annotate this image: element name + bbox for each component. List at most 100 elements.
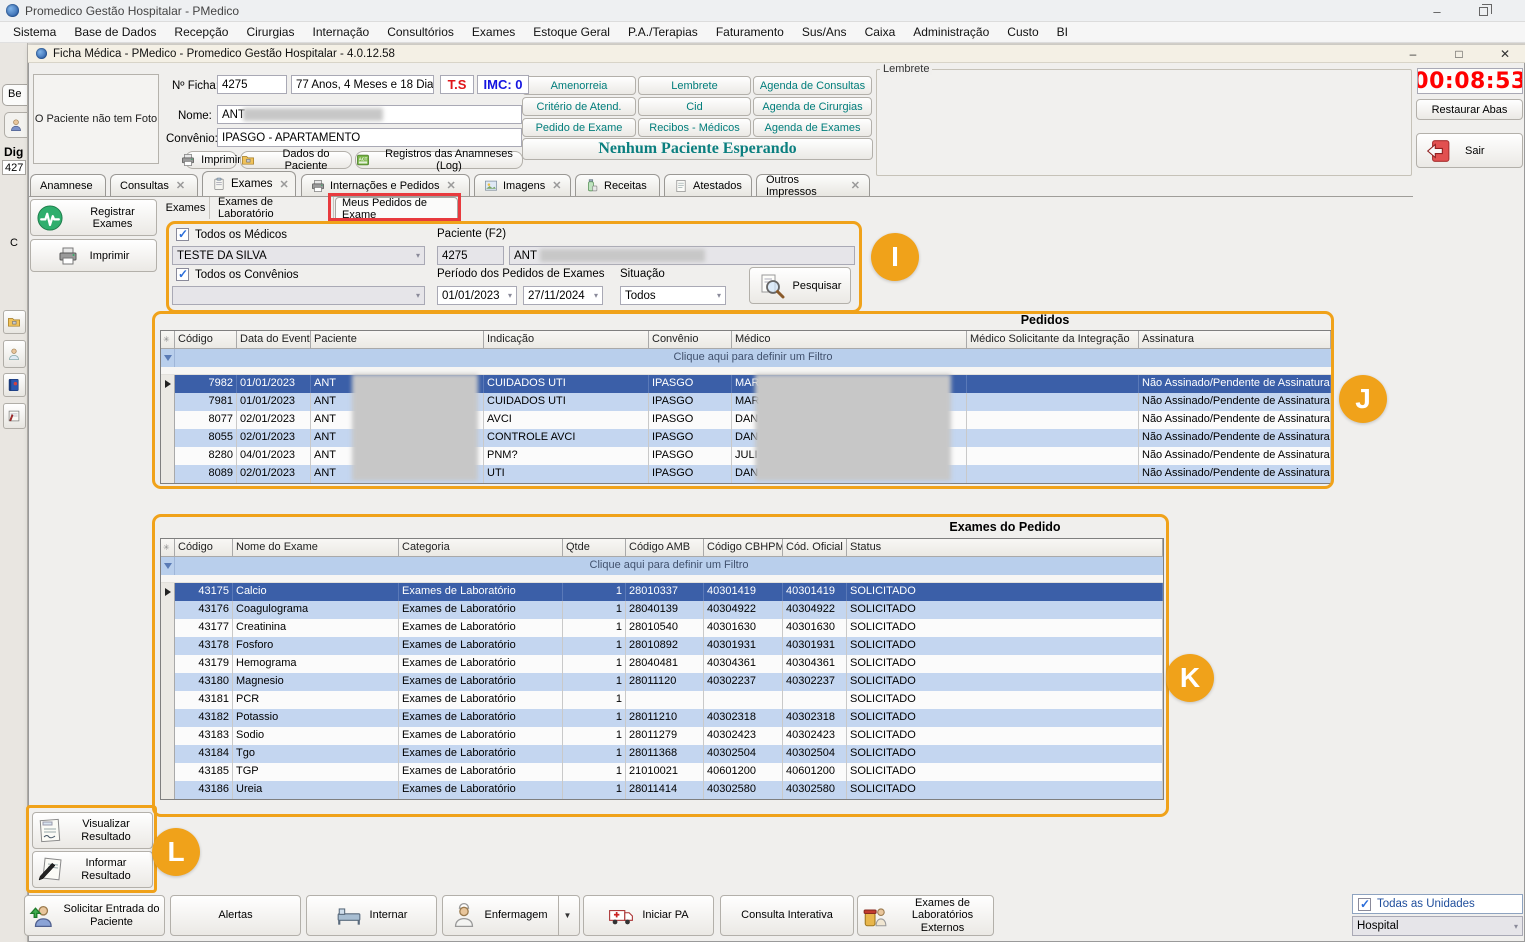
ficha-field[interactable]: 4275 [217, 75, 287, 94]
exame-row[interactable]: 43180MagnesioExames de Laboratório128011… [161, 673, 1163, 691]
menu-caixa[interactable]: Caixa [856, 22, 905, 43]
todos-convenios-checkbox[interactable]: Todos os Convênios [176, 268, 299, 281]
column-header-codigo[interactable]: Código [175, 331, 237, 349]
todas-unidades-checkbox[interactable]: Todas as Unidades [1352, 894, 1523, 914]
pedidos-row[interactable]: 798101/01/2023ANTCUIDADOS UTIIPASGOMARNã… [161, 393, 1331, 411]
column-header-qtde[interactable]: Qtde [563, 539, 626, 557]
background-button-folder[interactable] [3, 310, 26, 334]
paciente-code-field[interactable]: 4275 [437, 246, 504, 265]
situacao-dropdown[interactable]: Todos▾ [620, 286, 726, 305]
close-icon[interactable]: ✕ [552, 179, 561, 192]
quick-button-amenorreia[interactable]: Amenorreia [522, 76, 636, 95]
column-header-nome-do-exame[interactable]: Nome do Exame [233, 539, 399, 557]
close-icon[interactable]: ✕ [176, 179, 185, 192]
pedidos-row[interactable]: 807702/01/2023ANTAVCIIPASGODANNão Assina… [161, 411, 1331, 429]
quick-button-criterio-de-atend[interactable]: Critério de Atend. [522, 97, 636, 116]
unidade-dropdown[interactable]: Hospital▾ [1352, 916, 1523, 936]
exame-row[interactable]: 43186UreiaExames de Laboratório128011414… [161, 781, 1163, 799]
column-header-codigo-cbhpm[interactable]: Código CBHPM [704, 539, 783, 557]
close-icon[interactable]: ✕ [280, 178, 289, 191]
column-header-paciente[interactable]: Paciente [311, 331, 484, 349]
tab-internacoes-e-pedidos[interactable]: Internações e Pedidos✕ [301, 174, 470, 196]
quick-button-agenda-de-consultas[interactable]: Agenda de Consultas [753, 76, 872, 95]
convenio-dropdown[interactable]: ▾ [172, 286, 425, 305]
menu-p-a-terapias[interactable]: P.A./Terapias [619, 22, 707, 43]
tab-outros-impressos[interactable]: Outros Impressos✕ [756, 174, 870, 196]
bottom-button-alertas[interactable]: Alertas [170, 895, 301, 936]
date-to-field[interactable]: 27/11/2024▾ [523, 286, 603, 305]
registrar-exames-button[interactable]: Registrar Exames [30, 199, 157, 236]
close-icon[interactable]: ✕ [851, 179, 860, 192]
pedidos-row[interactable]: 828004/01/2023ANTPNM?IPASGOJULINão Assin… [161, 447, 1331, 465]
visualizar-resultado-button[interactable]: Visualizar Resultado [32, 812, 153, 849]
ts-badge[interactable]: T.S [440, 75, 474, 94]
exame-row[interactable]: 43182PotassioExames de Laboratório128011… [161, 709, 1163, 727]
background-tab-person[interactable] [4, 112, 27, 138]
subtab-meus-pedidos-de-exame[interactable]: Meus Pedidos de Exame [335, 197, 458, 220]
menu-internacao[interactable]: Internação [303, 22, 378, 43]
convenio-field[interactable]: IPASGO - APARTAMENTO [217, 128, 522, 147]
quick-button-pedido-de-exame[interactable]: Pedido de Exame [522, 118, 636, 137]
informar-resultado-button[interactable]: Informar Resultado [32, 851, 153, 888]
menu-sus-ans[interactable]: Sus/Ans [793, 22, 856, 43]
bottom-button-exames-de-laboratorios-externos[interactable]: Exames de Laboratórios Externos [857, 895, 994, 936]
bottom-button-consulta-interativa[interactable]: Consulta Interativa [720, 895, 854, 936]
date-from-field[interactable]: 01/01/2023▾ [437, 286, 517, 305]
dropdown-arrow-icon[interactable]: ▼ [558, 896, 572, 935]
menu-bi[interactable]: BI [1048, 22, 1077, 43]
quick-button-agenda-de-exames[interactable]: Agenda de Exames [753, 118, 872, 137]
pedidos-row[interactable]: 798201/01/2023ANTCUIDADOS UTIIPASGOMARNã… [161, 375, 1331, 393]
column-header-codigo-amb[interactable]: Código AMB [626, 539, 704, 557]
exame-row[interactable]: 43175CalcioExames de Laboratório12801033… [161, 583, 1163, 601]
menu-sistema[interactable]: Sistema [4, 22, 65, 43]
menu-recepcao[interactable]: Recepção [165, 22, 237, 43]
pesquisar-button[interactable]: Pesquisar [749, 267, 851, 304]
menu-administracao[interactable]: Administração [904, 22, 998, 43]
pedidos-grid-filter-row[interactable]: Clique aqui para definir um Filtro [161, 349, 1331, 367]
exame-row[interactable]: 43179HemogramaExames de Laboratório12804… [161, 655, 1163, 673]
menu-custo[interactable]: Custo [998, 22, 1047, 43]
column-header-status[interactable]: Status [847, 539, 1163, 557]
menu-consultorios[interactable]: Consultórios [378, 22, 463, 43]
imprimir-paciente-button[interactable]: Imprimir [185, 151, 237, 169]
column-header-convenio[interactable]: Convênio [649, 331, 732, 349]
child-close-icon[interactable]: ✕ [1490, 46, 1520, 62]
minimize-icon[interactable]: – [1422, 2, 1452, 20]
child-minimize-icon[interactable]: – [1398, 46, 1428, 62]
menu-exames[interactable]: Exames [463, 22, 524, 43]
exame-row[interactable]: 43184TgoExames de Laboratório12801136840… [161, 745, 1163, 763]
column-header-cod-oficial[interactable]: Cód. Oficial [783, 539, 847, 557]
exame-row[interactable]: 43176CoagulogramaExames de Laboratório12… [161, 601, 1163, 619]
child-maximize-icon[interactable]: □ [1444, 46, 1474, 62]
sair-button[interactable]: Sair [1416, 133, 1523, 168]
exame-row[interactable]: 43183SodioExames de Laboratório128011279… [161, 727, 1163, 745]
exame-row[interactable]: 43177CreatininaExames de Laboratório1280… [161, 619, 1163, 637]
tab-anamnese[interactable]: Anamnese [30, 174, 106, 196]
bottom-button-iniciar-pa[interactable]: Iniciar PA [583, 895, 714, 936]
background-button-doctor[interactable] [3, 340, 26, 368]
column-header-medico-solicitante-da-integracao[interactable]: Médico Solicitante da Integração [967, 331, 1139, 349]
exame-row[interactable]: 43181PCRExames de Laboratório1SOLICITADO [161, 691, 1163, 709]
quick-button-cid[interactable]: Cid [638, 97, 751, 116]
background-button-notepad[interactable] [3, 403, 26, 429]
column-header-medico[interactable]: Médico [732, 331, 967, 349]
tab-exames[interactable]: Exames✕ [202, 171, 296, 196]
exame-row[interactable]: 43185TGPExames de Laboratório12101002140… [161, 763, 1163, 781]
menu-faturamento[interactable]: Faturamento [707, 22, 793, 43]
tab-receitas[interactable]: Receitas [575, 174, 660, 196]
exames-do-pedido-grid-filter-row[interactable]: Clique aqui para definir um Filtro [161, 557, 1163, 575]
pedidos-row[interactable]: 805502/01/2023ANTCONTROLE AVCIIPASGODANN… [161, 429, 1331, 447]
close-icon[interactable]: ✕ [446, 179, 455, 192]
registros-anamneses-button[interactable]: ACTRegistros das Anamneses (Log) [355, 151, 523, 169]
tab-atestados[interactable]: Atestados [664, 174, 752, 196]
todos-medicos-checkbox[interactable]: Todos os Médicos [176, 228, 287, 241]
bottom-button-enfermagem[interactable]: Enfermagem▼ [442, 895, 580, 936]
column-header-data-do-event[interactable]: Data do Event [237, 331, 311, 349]
exame-row[interactable]: 43178FosforoExames de Laboratório1280108… [161, 637, 1163, 655]
imc-badge[interactable]: IMC: 0 [477, 75, 529, 94]
background-tab-be[interactable]: Be [2, 84, 27, 106]
imprimir-button[interactable]: Imprimir [30, 239, 157, 272]
menu-base-de-dados[interactable]: Base de Dados [65, 22, 165, 43]
quick-button-lembrete[interactable]: Lembrete [638, 76, 751, 95]
bottom-button-solicitar-entrada-do-paciente[interactable]: Solicitar Entrada do Paciente [24, 895, 165, 936]
